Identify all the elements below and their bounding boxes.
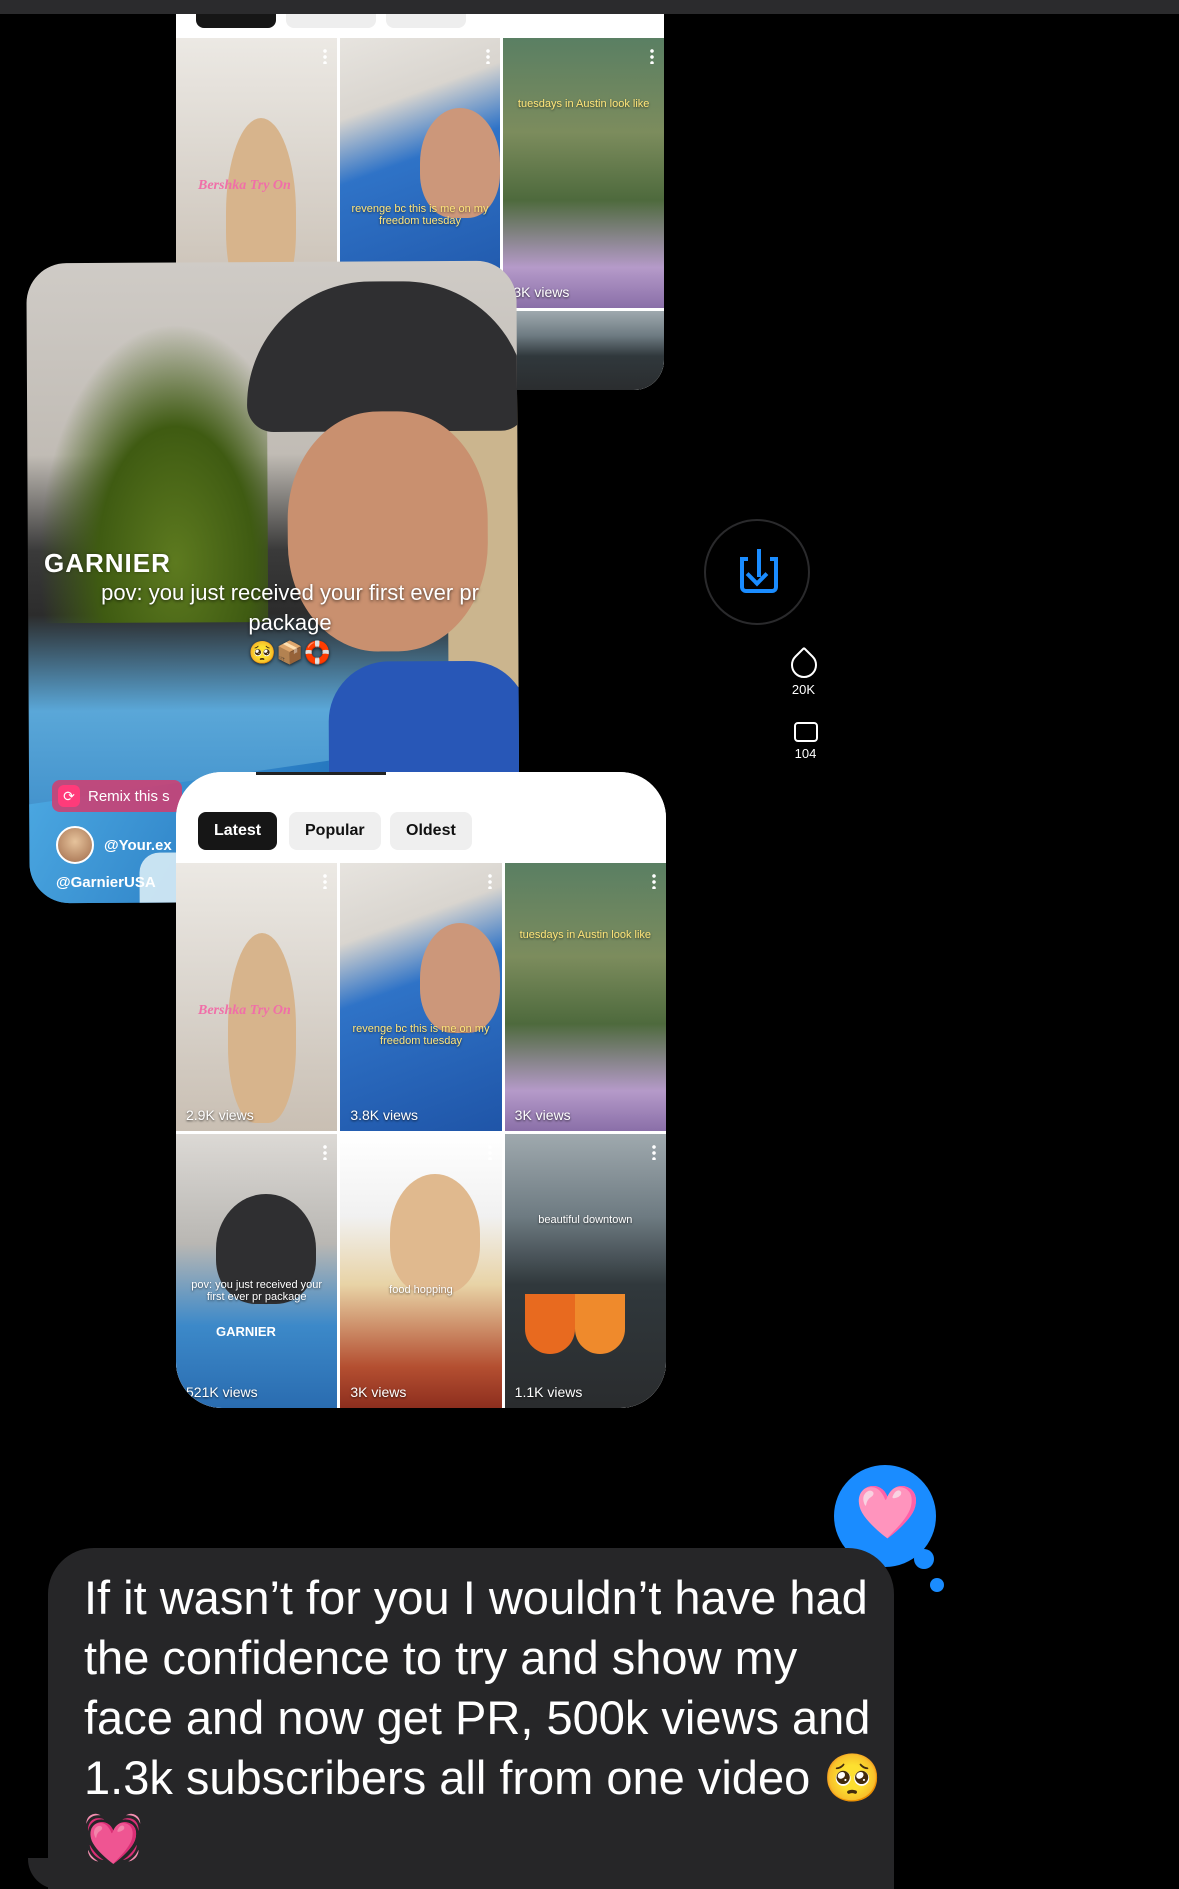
grid-tile[interactable]: beautiful downtown 1.1K views	[504, 1134, 666, 1408]
tile-caption: Bershka Try On	[198, 178, 291, 193]
top-edge-bar	[0, 0, 1179, 14]
grid-tile[interactable]	[503, 311, 664, 390]
drink-glass	[524, 1294, 575, 1354]
user-handle-row[interactable]: @Your.ex	[56, 826, 172, 864]
tile-caption: Bershka Try On	[198, 1003, 291, 1018]
garnier-logo: GARNIER	[44, 548, 171, 578]
tile-views: 1.1K views	[514, 1384, 583, 1400]
person-figure	[419, 108, 500, 218]
remix-button[interactable]: ⟳ Remix this s	[52, 780, 182, 812]
tapback-tail-small-dot	[930, 1578, 944, 1592]
tile-caption: revenge bc this is me on my freedom tues…	[351, 203, 489, 227]
bubble-tail	[28, 1858, 68, 1889]
person-figure	[420, 923, 501, 1033]
video-caption: pov: you just received your first ever p…	[101, 580, 479, 665]
tab-latest[interactable]: Latest	[198, 812, 278, 850]
screenshot-profile-grid[interactable]: Latest Popular Oldest Bershka Try On 2.9…	[176, 772, 666, 1408]
tab-popular[interactable]: Popular	[289, 812, 381, 850]
remix-icon: ⟳	[58, 785, 80, 807]
more-icon[interactable]	[651, 1144, 656, 1160]
tile-caption: pov: you just received your first ever p…	[191, 1279, 323, 1303]
more-icon[interactable]	[322, 48, 327, 64]
grid-tile[interactable]: Bershka Try On 2.9K views	[176, 863, 338, 1131]
tab-oldest-fragment	[386, 14, 466, 28]
tile-views: 3K views	[514, 1107, 571, 1123]
more-icon[interactable]	[650, 48, 654, 64]
more-icon[interactable]	[487, 873, 492, 889]
tile-views: 521K views	[186, 1384, 258, 1400]
more-icon[interactable]	[323, 1144, 328, 1160]
avatar	[56, 826, 94, 864]
more-icon[interactable]	[487, 1144, 492, 1160]
more-icon[interactable]	[323, 873, 328, 889]
comment-icon	[793, 722, 818, 742]
tapback-tail-dot	[914, 1549, 934, 1569]
tile-views: 3K views	[350, 1384, 407, 1400]
tab-popular-fragment	[286, 14, 376, 28]
comment-button[interactable]: 104	[466, 722, 1145, 761]
tab-oldest[interactable]: Oldest	[390, 812, 472, 850]
grid-tile[interactable]: pov: you just received your first ever p…	[176, 1134, 338, 1408]
like-button[interactable]: 20K	[462, 646, 1145, 697]
like-count: 20K	[791, 682, 816, 697]
tile-caption: beautiful downtown	[538, 1214, 633, 1226]
grid-tile[interactable]: tuesdays in Austin look like 3K views	[504, 863, 666, 1131]
tab-latest-fragment	[196, 14, 276, 28]
grid-tile[interactable]: food hopping 3K views	[340, 1134, 502, 1408]
tile-brand: GARNIER	[216, 1324, 276, 1339]
comment-count: 104	[794, 746, 817, 761]
tile-caption: tuesdays in Austin look like	[517, 98, 650, 110]
tile-caption: food hopping	[389, 1284, 453, 1296]
grid-tile[interactable]: revenge bc this is me on my freedom tues…	[340, 863, 502, 1131]
person-figure	[228, 933, 296, 1123]
tile-views: 3K views	[513, 284, 570, 300]
heart-tapback-icon: 🩷	[855, 1484, 920, 1542]
user-handle: @Your.ex	[104, 836, 172, 854]
brand-handle[interactable]: @GarnierUSA	[56, 874, 156, 891]
grid-tile[interactable]: tuesdays in Austin look like 3K views	[503, 38, 664, 308]
more-icon[interactable]	[651, 873, 656, 889]
tile-views: 2.9K views	[186, 1107, 254, 1123]
tile-views: 3.8K views	[350, 1107, 419, 1123]
message-text: If it wasn’t for you I wouldn’t have had…	[84, 1571, 882, 1864]
drink-glass	[574, 1294, 625, 1354]
tab-bar: Latest Popular Oldest	[176, 772, 666, 862]
more-icon[interactable]	[486, 48, 491, 64]
person-figure	[390, 1174, 481, 1294]
tile-caption: tuesdays in Austin look like	[519, 929, 652, 941]
remix-label: Remix this s	[88, 787, 170, 805]
tile-caption: revenge bc this is me on my freedom tues…	[352, 1023, 490, 1047]
black-cap	[246, 280, 520, 433]
heart-outline-icon	[785, 646, 822, 684]
download-share-button[interactable]	[704, 519, 810, 625]
tab-indicator	[256, 772, 386, 775]
